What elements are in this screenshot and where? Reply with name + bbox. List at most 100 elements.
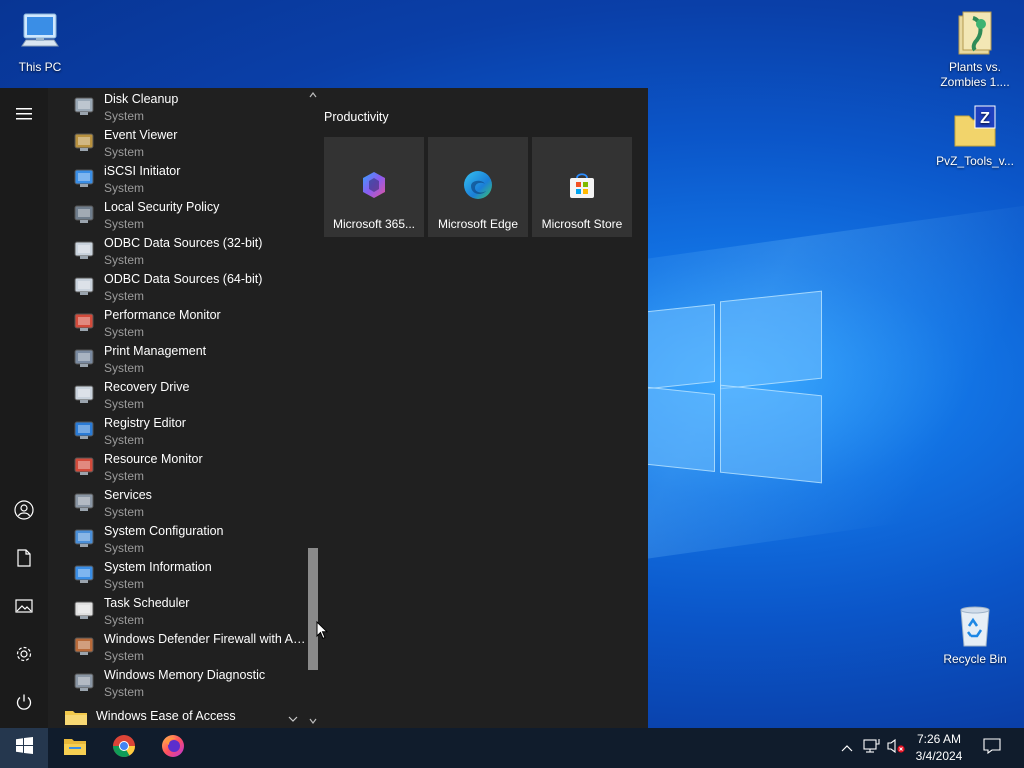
clock-time: 7:26 AM <box>916 732 962 746</box>
tile-group-title: Productivity <box>324 110 389 124</box>
action-center-button[interactable] <box>976 728 1008 768</box>
app-item-category: System <box>104 325 145 339</box>
power-icon <box>15 693 33 716</box>
app-item-category: System <box>104 613 145 627</box>
app-item-name: Task Scheduler <box>104 596 190 610</box>
app-item-category: System <box>104 253 145 267</box>
memory-diagnostic-icon <box>72 670 96 694</box>
app-item-recovery-drive[interactable]: Recovery Drive System <box>68 378 306 414</box>
desktop-icon-recycle-bin[interactable]: Recycle Bin <box>935 602 1015 667</box>
scroll-thumb[interactable] <box>308 548 318 670</box>
app-item-category: System <box>104 685 145 699</box>
app-item-services[interactable]: Services System <box>68 486 306 522</box>
desktop-icon-pvz-tools[interactable]: Z PvZ_Tools_v... <box>935 104 1015 169</box>
hamburger-menu-button[interactable] <box>0 92 48 140</box>
app-item-category: System <box>104 541 145 555</box>
tile-microsoft-365[interactable]: Microsoft 365... <box>324 137 424 237</box>
recycle-bin-icon <box>951 602 999 650</box>
app-item-name: System Configuration <box>104 524 224 538</box>
desktop-icon-label: PvZ_Tools_v... <box>936 154 1014 168</box>
documents-button[interactable] <box>0 536 48 584</box>
app-item-category: System <box>104 577 145 591</box>
app-item-category: System <box>104 469 145 483</box>
settings-button[interactable] <box>0 632 48 680</box>
taskbar-file-explorer[interactable] <box>51 728 99 768</box>
app-item-memory-diagnostic[interactable]: Windows Memory Diagnostic System <box>68 666 306 702</box>
app-item-name: Recovery Drive <box>104 380 190 394</box>
app-item-category: System <box>104 433 145 447</box>
app-item-name: ODBC Data Sources (64-bit) <box>104 272 263 286</box>
clock-date: 3/4/2024 <box>915 749 963 763</box>
app-item-category: System <box>104 649 145 663</box>
user-account-button[interactable] <box>0 488 48 536</box>
local-security-policy-icon <box>72 202 96 226</box>
desktop-icon-label: Recycle Bin <box>943 652 1007 666</box>
tile-label: Microsoft Store <box>541 217 623 231</box>
chevron-down-icon <box>288 710 298 728</box>
chrome-icon <box>112 734 136 763</box>
network-tray-button[interactable] <box>860 728 882 768</box>
firefox-icon <box>161 734 185 763</box>
wallpaper-windows-logo <box>640 290 825 484</box>
desktop-icon-label: Plants vs. Zombies 1.... <box>940 60 1010 89</box>
power-button[interactable] <box>0 680 48 728</box>
app-list[interactable]: Disk Cleanup System Event Viewer System iSCS… <box>56 88 306 728</box>
this-pc-icon <box>16 10 64 58</box>
task-scheduler-icon <box>72 598 96 622</box>
network-icon <box>862 738 880 759</box>
store-icon <box>566 169 598 201</box>
taskbar-clock[interactable]: 7:26 AM 3/4/2024 <box>910 731 968 765</box>
pictures-button[interactable] <box>0 584 48 632</box>
app-item-task-scheduler[interactable]: Task Scheduler System <box>68 594 306 630</box>
app-item-system-configuration[interactable]: System Configuration System <box>68 522 306 558</box>
taskbar-google-chrome[interactable] <box>100 728 148 768</box>
app-item-odbc-64[interactable]: ODBC Data Sources (64-bit) System <box>68 270 306 306</box>
performance-monitor-icon <box>72 310 96 334</box>
app-item-category: System <box>104 109 145 123</box>
app-item-print-management[interactable]: Print Management System <box>68 342 306 378</box>
volume-tray-button[interactable] <box>884 728 908 768</box>
odbc-64-icon <box>72 274 96 298</box>
app-item-event-viewer[interactable]: Event Viewer System <box>68 126 306 162</box>
app-item-resource-monitor[interactable]: Resource Monitor System <box>68 450 306 486</box>
app-item-name: Windows Memory Diagnostic <box>104 668 266 682</box>
app-item-name: System Information <box>104 560 212 574</box>
app-item-name: iSCSI Initiator <box>104 164 181 178</box>
app-item-firewall[interactable]: Windows Defender Firewall with Ad... Syst… <box>68 630 306 666</box>
tile-microsoft-store[interactable]: Microsoft Store <box>532 137 632 237</box>
notification-icon <box>983 737 1001 759</box>
file-explorer-icon <box>63 736 87 761</box>
app-item-system-information[interactable]: System Information System <box>68 558 306 594</box>
app-item-performance-monitor[interactable]: Performance Monitor System <box>68 306 306 342</box>
disk-cleanup-icon <box>72 94 96 118</box>
resource-monitor-icon <box>72 454 96 478</box>
app-item-iscsi-initiator[interactable]: iSCSI Initiator System <box>68 162 306 198</box>
taskbar: 7:26 AM 3/4/2024 <box>0 728 1024 768</box>
app-item-name: Event Viewer <box>104 128 178 142</box>
app-item-name: Windows Defender Firewall with Ad... <box>104 632 306 646</box>
app-item-name: ODBC Data Sources (32-bit) <box>104 236 263 250</box>
desktop-icon-plants-vs-zombies[interactable]: Plants vs. Zombies 1.... <box>935 10 1015 90</box>
app-item-local-security-policy[interactable]: Local Security Policy System <box>68 198 306 234</box>
microsoft-365-icon <box>358 169 390 201</box>
scroll-up-arrow-icon[interactable] <box>306 88 320 102</box>
desktop-icon-label: This PC <box>18 60 62 74</box>
print-management-icon <box>72 346 96 370</box>
desktop-icon-this-pc[interactable]: This PC <box>0 10 80 75</box>
app-item-registry-editor[interactable]: Registry Editor System <box>68 414 306 450</box>
tile-microsoft-edge[interactable]: Microsoft Edge <box>428 137 528 237</box>
app-item-category: System <box>104 361 145 375</box>
app-item-name: Print Management <box>104 344 207 358</box>
scroll-down-arrow-icon[interactable] <box>306 714 320 728</box>
chevron-up-icon <box>841 739 853 757</box>
app-item-category: System <box>104 289 145 303</box>
folder-label: Windows Ease of Access <box>96 709 236 723</box>
app-item-name: Resource Monitor <box>104 452 203 466</box>
app-item-disk-cleanup[interactable]: Disk Cleanup System <box>68 90 306 126</box>
app-item-category: System <box>104 505 145 519</box>
start-button[interactable] <box>0 728 48 768</box>
folder-windows-ease-of-access[interactable]: Windows Ease of Access <box>62 706 306 728</box>
taskbar-firefox[interactable] <box>149 728 197 768</box>
app-item-odbc-32[interactable]: ODBC Data Sources (32-bit) System <box>68 234 306 270</box>
show-hidden-icons-button[interactable] <box>838 728 856 768</box>
